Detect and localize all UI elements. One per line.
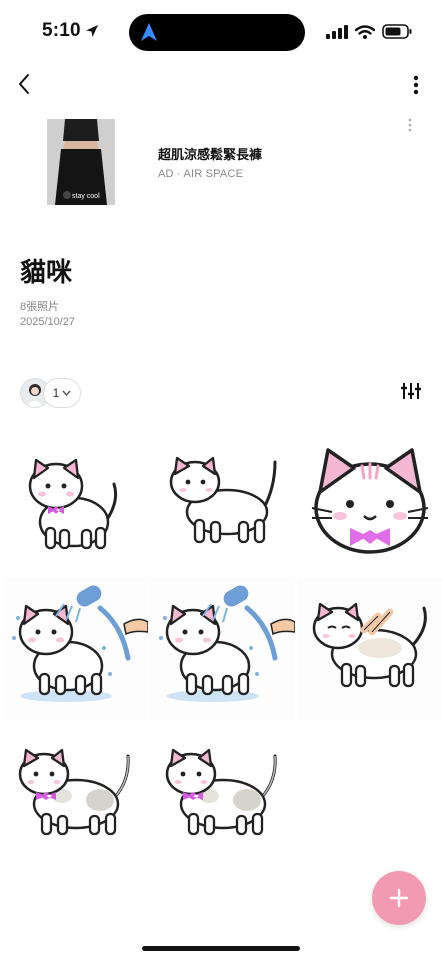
cat-shower-image xyxy=(151,578,295,722)
time-text: 5:10 xyxy=(42,20,81,41)
pin-tile[interactable] xyxy=(298,432,442,576)
more-options-button[interactable] xyxy=(406,72,426,98)
ad-thumbnail[interactable]: stay cool xyxy=(47,119,115,205)
pin-tile[interactable] xyxy=(151,724,295,868)
board-title: 貓咪 xyxy=(20,257,73,287)
board-date: 2025/10/27 xyxy=(20,316,76,328)
dynamic-island xyxy=(129,14,305,51)
pin-tile[interactable] xyxy=(151,432,295,576)
vertical-ellipsis-icon xyxy=(413,75,419,95)
back-button[interactable] xyxy=(10,70,38,98)
plus-icon xyxy=(389,888,409,908)
cat-shower-image xyxy=(4,578,148,722)
wifi-icon xyxy=(355,24,375,39)
location-arrow-icon xyxy=(85,25,98,37)
navigation-icon xyxy=(141,23,157,41)
status-time: 5:10 xyxy=(42,20,99,42)
collaborator-count: 1 xyxy=(52,386,60,400)
cat-brushing-image xyxy=(298,578,442,722)
cat-patched-image xyxy=(151,724,295,868)
cat-patched-image xyxy=(4,724,148,868)
chevron-down-icon xyxy=(62,390,71,396)
signal-icon xyxy=(326,24,348,39)
collaborator-count-button[interactable]: 1 xyxy=(43,378,81,408)
cat-standing-image xyxy=(4,432,148,576)
ad-image: stay cool xyxy=(47,119,115,205)
ad-subtitle: AD · AIR SPACE xyxy=(158,168,244,180)
pin-count: 8張照片 xyxy=(20,301,60,313)
home-indicator[interactable] xyxy=(142,946,300,951)
status-icons xyxy=(326,24,412,39)
ad-thumb-text: stay cool xyxy=(72,193,100,200)
pin-tile[interactable] xyxy=(151,578,295,722)
ad-title[interactable]: 超肌涼感鬆緊長褲 xyxy=(158,144,262,163)
pin-tile[interactable] xyxy=(298,578,442,722)
cat-face-image xyxy=(298,432,442,576)
filter-button[interactable] xyxy=(400,380,422,402)
ad-more-button[interactable] xyxy=(408,118,418,134)
chevron-left-icon xyxy=(19,74,29,94)
pin-tile[interactable] xyxy=(4,724,148,868)
battery-icon xyxy=(382,24,412,39)
add-pin-button[interactable] xyxy=(372,871,426,925)
pin-tile[interactable] xyxy=(4,578,148,722)
pin-tile[interactable] xyxy=(4,432,148,576)
cat-walking-image xyxy=(151,432,295,576)
sliders-icon xyxy=(401,383,421,399)
vertical-ellipsis-icon xyxy=(408,118,412,132)
